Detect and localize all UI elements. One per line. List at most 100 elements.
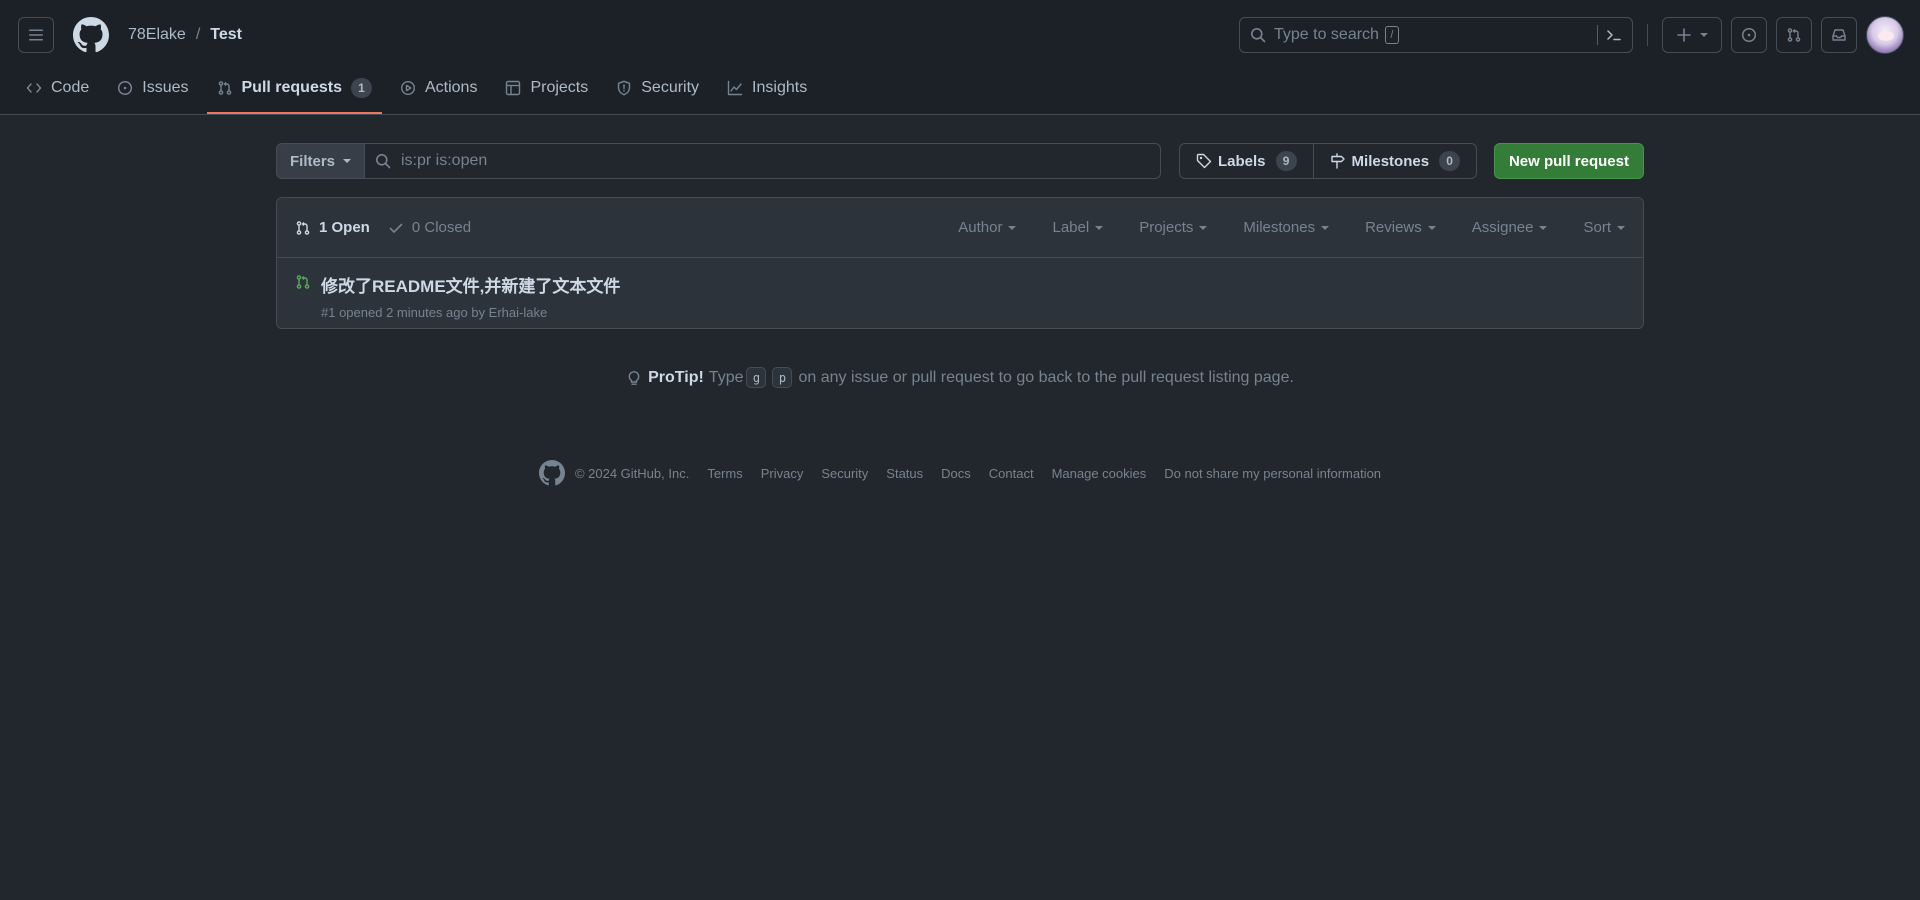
- reviews-dropdown[interactable]: Reviews: [1365, 219, 1436, 236]
- tag-icon: [1196, 153, 1212, 169]
- search-icon: [1251, 28, 1266, 43]
- sort-dropdown[interactable]: Sort: [1583, 219, 1625, 236]
- pr-title-link[interactable]: 修改了README文件,并新建了文本文件: [321, 272, 620, 297]
- user-avatar[interactable]: [1866, 16, 1904, 54]
- shield-icon: [618, 80, 631, 96]
- footer-link-docs[interactable]: Docs: [941, 466, 971, 481]
- sort-label: Assignee: [1471, 219, 1534, 236]
- search-icon: [376, 154, 391, 169]
- repo-link[interactable]: Test: [210, 26, 242, 44]
- repo-context: 78Elake / Test: [128, 26, 242, 44]
- plus-icon: [1677, 28, 1691, 42]
- tab-security[interactable]: Security: [606, 66, 709, 110]
- pull-request-list: 1 Open 0 Closed Author Label Projects Mi…: [276, 197, 1644, 329]
- tab-actions[interactable]: Actions: [390, 66, 487, 110]
- footer-link-privacy[interactable]: Privacy: [761, 466, 804, 481]
- open-count-label: 1 Open: [319, 219, 370, 236]
- pr-meta: #1 opened 2 minutes ago by Erhai-lake: [321, 305, 548, 320]
- author-dropdown[interactable]: Author: [958, 219, 1017, 236]
- play-icon: [400, 80, 415, 96]
- label-dropdown[interactable]: Label: [1052, 219, 1104, 236]
- tab-label: Security: [641, 79, 700, 96]
- command-palette-button[interactable]: [1597, 25, 1622, 45]
- top-bar: 78Elake / Test Type to search /: [18, 16, 1904, 54]
- repo-tabs: Code Issues Pull requests 1 Actions Proj…: [16, 64, 825, 114]
- list-item: 修改了README文件,并新建了文本文件 #1 opened 2 minutes…: [277, 258, 1643, 328]
- chevron-down-icon: [1427, 225, 1436, 230]
- git-pull-request-icon: [296, 220, 310, 235]
- table-icon: [506, 80, 521, 96]
- tab-insights[interactable]: Insights: [717, 66, 817, 110]
- tab-label: Insights: [752, 79, 808, 96]
- labels-milestones-group: Labels 9 Milestones 0: [1179, 143, 1478, 179]
- sort-label: Sort: [1583, 219, 1611, 236]
- graph-icon: [727, 80, 743, 96]
- owner-link[interactable]: 78Elake: [128, 26, 186, 44]
- labels-button[interactable]: Labels 9: [1180, 144, 1313, 178]
- projects-dropdown[interactable]: Projects: [1139, 219, 1208, 236]
- inbox-icon: [1832, 29, 1846, 41]
- tab-projects[interactable]: Projects: [495, 66, 598, 110]
- tab-label: Code: [51, 79, 90, 96]
- open-filter-link[interactable]: 1 Open: [295, 219, 370, 236]
- protip: ProTip! Type g p on any issue or pull re…: [276, 367, 1644, 388]
- sort-label: Author: [958, 219, 1003, 236]
- closed-filter-link[interactable]: 0 Closed: [388, 219, 471, 236]
- inbox-button[interactable]: [1821, 17, 1857, 53]
- code-icon: [26, 83, 42, 93]
- shortcut-key-p: p: [772, 367, 793, 388]
- footer-link-terms[interactable]: Terms: [707, 466, 742, 481]
- list-controls: Filters is:pr is:open Labels 9 Milestone…: [276, 143, 1644, 179]
- milestones-label: Milestones: [1351, 152, 1430, 170]
- tab-code[interactable]: Code: [16, 66, 99, 110]
- milestones-count: 0: [1439, 151, 1461, 171]
- sort-label: Projects: [1139, 219, 1194, 236]
- pr-search-input[interactable]: is:pr is:open: [365, 143, 1161, 179]
- issue-opened-icon: [118, 80, 133, 96]
- app-header: 78Elake / Test Type to search / Code Iss…: [0, 0, 1920, 115]
- issues-button[interactable]: [1731, 17, 1767, 53]
- labels-count: 9: [1275, 151, 1297, 171]
- chevron-down-icon: [1700, 33, 1708, 37]
- sort-label: Label: [1052, 219, 1090, 236]
- github-logo-link[interactable]: [72, 16, 110, 54]
- path-separator: /: [195, 26, 201, 43]
- pr-details: 修改了README文件,并新建了文本文件 #1 opened 2 minutes…: [321, 272, 620, 320]
- tab-label: Pull requests: [241, 79, 342, 96]
- global-search[interactable]: Type to search /: [1239, 17, 1633, 53]
- milestones-dropdown[interactable]: Milestones: [1243, 219, 1330, 236]
- labels-label: Labels: [1218, 152, 1266, 170]
- footer-link-contact[interactable]: Contact: [989, 466, 1034, 481]
- header-divider: [1647, 24, 1648, 46]
- pull-requests-count: 1: [350, 78, 372, 98]
- footer-link-manage-cookies[interactable]: Manage cookies: [1052, 466, 1147, 481]
- sort-label: Reviews: [1365, 219, 1422, 236]
- closed-count-label: 0 Closed: [411, 219, 472, 236]
- check-icon: [389, 223, 403, 233]
- footer-link-do-not-share[interactable]: Do not share my personal information: [1164, 466, 1381, 481]
- create-new-button[interactable]: [1662, 17, 1722, 53]
- milestones-button[interactable]: Milestones 0: [1312, 144, 1477, 178]
- filters-dropdown-button[interactable]: Filters: [276, 143, 365, 179]
- footer-link-status[interactable]: Status: [886, 466, 923, 481]
- assignee-dropdown[interactable]: Assignee: [1472, 219, 1548, 236]
- git-pull-request-icon: [1787, 28, 1801, 42]
- menu-button[interactable]: [18, 17, 54, 53]
- footer-link-security[interactable]: Security: [821, 466, 868, 481]
- light-bulb-icon: [628, 370, 640, 385]
- tab-issues[interactable]: Issues: [107, 66, 198, 110]
- git-pull-request-icon: [218, 81, 231, 95]
- tab-label: Actions: [424, 79, 478, 96]
- new-pull-request-button[interactable]: New pull request: [1493, 143, 1644, 179]
- list-header: 1 Open 0 Closed Author Label Projects Mi…: [277, 198, 1643, 258]
- page-footer: © 2024 GitHub, Inc. Terms Privacy Securi…: [276, 460, 1644, 486]
- tab-label: Projects: [530, 79, 589, 96]
- protip-text-after: on any issue or pull request to go back …: [798, 368, 1294, 386]
- protip-text-before: Type: [708, 368, 744, 386]
- tab-pull-requests[interactable]: Pull requests 1: [206, 66, 383, 114]
- pull-requests-button[interactable]: [1776, 17, 1812, 53]
- tab-label: Issues: [142, 79, 189, 96]
- chevron-down-icon: [1199, 225, 1208, 230]
- sort-label: Milestones: [1243, 219, 1316, 236]
- github-logo-icon[interactable]: [538, 460, 565, 486]
